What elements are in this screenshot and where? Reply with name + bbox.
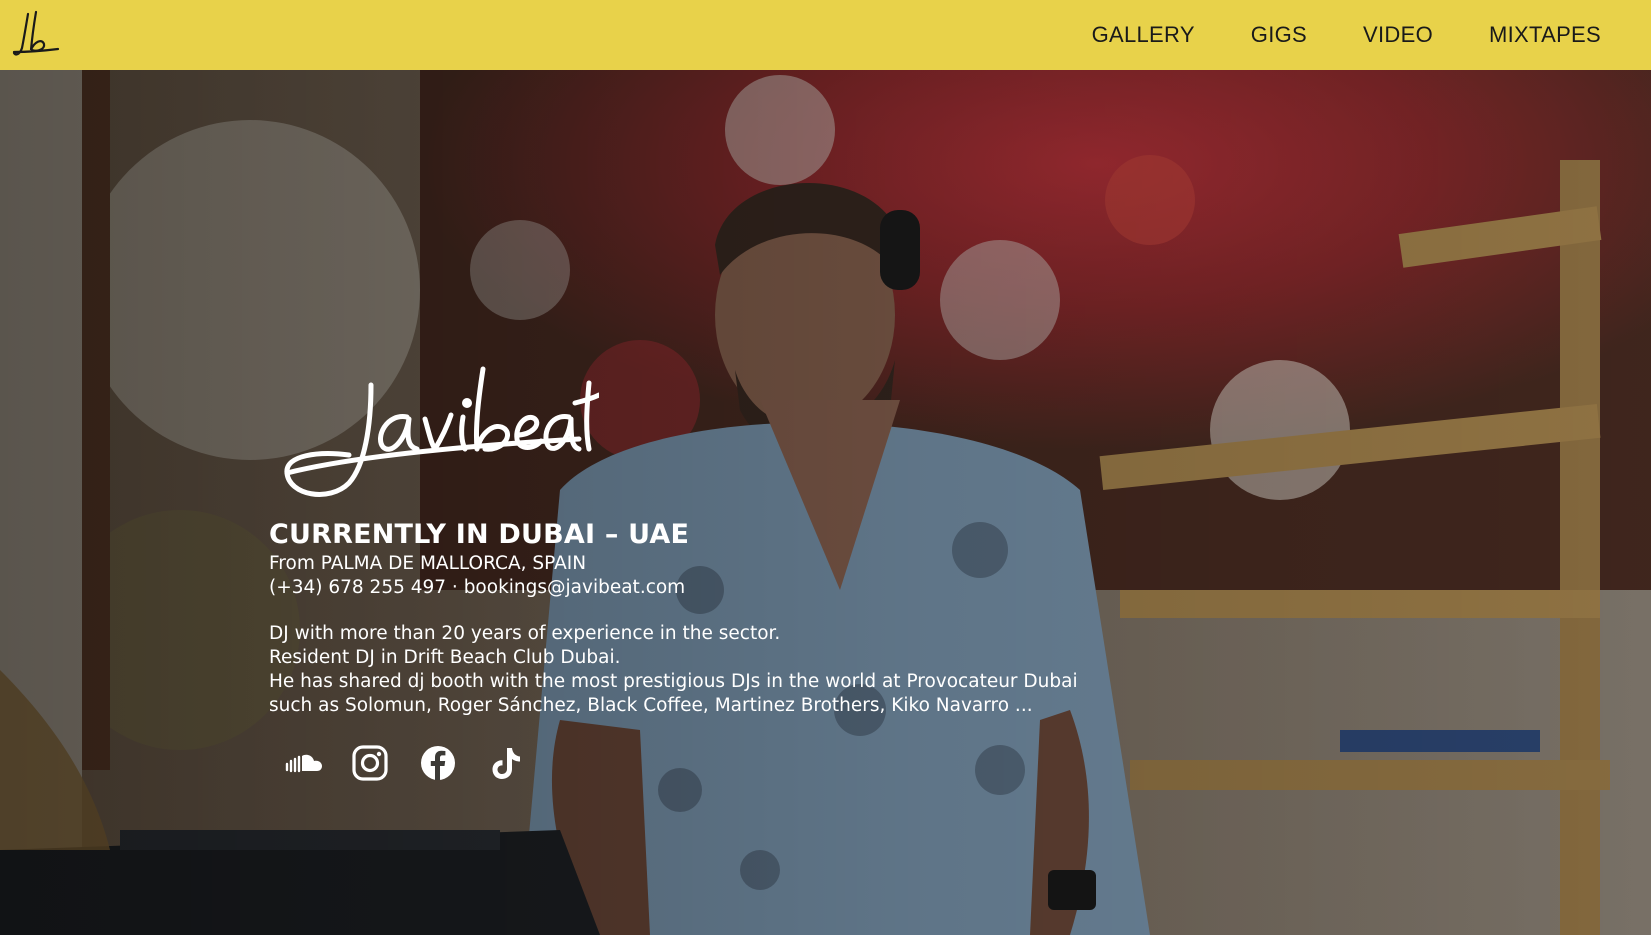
main-nav: GALLERY GIGS VIDEO MIXTAPES	[1092, 0, 1601, 70]
headline: CURRENTLY IN DUBAI – UAE	[269, 519, 690, 550]
nav-gigs[interactable]: GIGS	[1251, 22, 1307, 48]
bio-line: Resident DJ in Drift Beach Club Dubai.	[269, 647, 621, 668]
bio-line: He has shared dj booth with the most pre…	[269, 671, 1078, 692]
nav-gallery[interactable]: GALLERY	[1092, 22, 1195, 48]
nav-mixtapes[interactable]: MIXTAPES	[1489, 22, 1601, 48]
hero-section: CURRENTLY IN DUBAI – UAE From PALMA DE M…	[0, 70, 1651, 935]
site-header: GALLERY GIGS VIDEO MIXTAPES	[0, 0, 1651, 70]
origin-text: From PALMA DE MALLORCA, SPAIN	[269, 553, 587, 574]
nav-video[interactable]: VIDEO	[1363, 22, 1433, 48]
instagram-icon[interactable]	[351, 744, 389, 782]
logo-icon[interactable]	[10, 8, 60, 60]
contact-text[interactable]: (+34) 678 255 497 · bookings@javibeat.co…	[269, 576, 1078, 600]
social-links	[283, 744, 1078, 782]
hero-content: CURRENTLY IN DUBAI – UAE From PALMA DE M…	[269, 355, 1078, 782]
bio-line: such as Solomun, Roger Sánchez, Black Co…	[269, 695, 1033, 716]
soundcloud-icon[interactable]	[283, 744, 322, 782]
javibeat-signature-logo	[284, 366, 602, 497]
facebook-icon[interactable]	[419, 744, 457, 782]
bio-line: DJ with more than 20 years of experience…	[269, 623, 781, 644]
tiktok-icon[interactable]	[487, 744, 525, 782]
